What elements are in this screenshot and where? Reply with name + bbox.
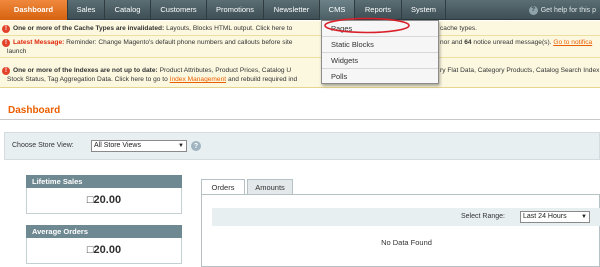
indexes-message-tail: ry Flat Data, Category Products, Catalog… <box>440 67 600 74</box>
cache-message-tail: cache types. <box>440 25 478 32</box>
help-icon: ? <box>528 5 538 15</box>
indexes-message-line2: Stock Status, Tag Aggregation Data. Clic… <box>7 76 298 83</box>
store-help-icon[interactable]: ? <box>191 141 201 151</box>
range-selected: Last 24 Hours <box>523 213 567 220</box>
store-view-select[interactable]: All Store Views ▼ <box>91 140 187 152</box>
tab-orders[interactable]: Orders <box>201 179 245 195</box>
tab-amounts[interactable]: Amounts <box>247 179 293 195</box>
lifetime-sales-value: □20.00 <box>26 188 182 214</box>
help-text: Get help for this p <box>540 6 596 14</box>
lifetime-sales-header: Lifetime Sales <box>26 175 182 188</box>
nav-sales[interactable]: Sales <box>68 0 105 20</box>
cms-dropdown-menu: Pages Static Blocks Widgets Polls <box>321 20 439 84</box>
page-title: Dashboard <box>8 105 61 116</box>
latest-message-tail: nor and 64 notice unread message(s). Go … <box>440 39 593 46</box>
range-bar: Select Range: Last 24 Hours ▼ <box>212 208 600 226</box>
nav-promotions[interactable]: Promotions <box>207 0 264 20</box>
cache-message-strong: One or more of the Cache Types are inval… <box>13 25 165 32</box>
select-range-label: Select Range: <box>461 213 505 220</box>
latest-message-line2: launch <box>7 48 27 55</box>
menu-item-widgets[interactable]: Widgets <box>322 53 438 69</box>
nav-catalog[interactable]: Catalog <box>105 0 151 20</box>
menu-item-pages[interactable]: Pages <box>322 21 438 37</box>
average-orders-header: Average Orders <box>26 225 182 238</box>
no-data-message: No Data Found <box>381 238 432 247</box>
top-navigation: Dashboard Sales Catalog Customers Promot… <box>0 0 600 20</box>
system-messages: ! One or more of the Cache Types are inv… <box>0 21 600 88</box>
error-icon: ! <box>2 25 10 33</box>
latest-message-label: Latest Message: <box>13 39 65 46</box>
title-divider <box>0 119 600 120</box>
orders-panel: Select Range: Last 24 Hours ▼ No Data Fo… <box>201 194 600 267</box>
menu-item-polls[interactable]: Polls <box>322 69 438 85</box>
nav-customers[interactable]: Customers <box>151 0 207 20</box>
nav-dashboard[interactable]: Dashboard <box>0 0 68 20</box>
index-management-link[interactable]: Index Management <box>170 76 226 83</box>
latest-message-text: Reminder: Change Magento's default phone… <box>66 39 293 46</box>
menu-item-static-blocks[interactable]: Static Blocks <box>322 37 438 53</box>
nav-system[interactable]: System <box>402 0 446 20</box>
average-orders-value: □20.00 <box>26 238 182 264</box>
error-icon: ! <box>2 39 10 47</box>
range-select[interactable]: Last 24 Hours ▼ <box>520 211 590 223</box>
latest-message: ! Latest Message: Reminder: Change Magen… <box>0 38 600 58</box>
dropdown-arrow-icon: ▼ <box>178 143 184 149</box>
go-to-notifications-link[interactable]: Go to notifica <box>553 39 592 46</box>
dropdown-arrow-icon: ▼ <box>581 214 587 220</box>
nav-reports[interactable]: Reports <box>355 0 402 20</box>
cache-message-text: Layouts, Blocks HTML output. Click here … <box>166 25 293 32</box>
indexes-message: ! One or more of the Indexes are not up … <box>0 66 600 86</box>
store-view-selected: All Store Views <box>94 142 141 149</box>
store-switcher-label: Choose Store View: <box>12 142 74 149</box>
nav-cms[interactable]: CMS <box>320 0 355 20</box>
cache-message: ! One or more of the Cache Types are inv… <box>0 24 600 36</box>
help-link[interactable]: ? Get help for this p <box>528 0 600 20</box>
indexes-message-text: Product Attributes, Product Prices, Cata… <box>159 67 292 74</box>
indexes-message-strong: One or more of the Indexes are not up to… <box>13 67 158 74</box>
store-switcher: Choose Store View: All Store Views ▼ ? <box>4 132 600 160</box>
nav-newsletter[interactable]: Newsletter <box>264 0 320 20</box>
error-icon: ! <box>2 67 10 75</box>
